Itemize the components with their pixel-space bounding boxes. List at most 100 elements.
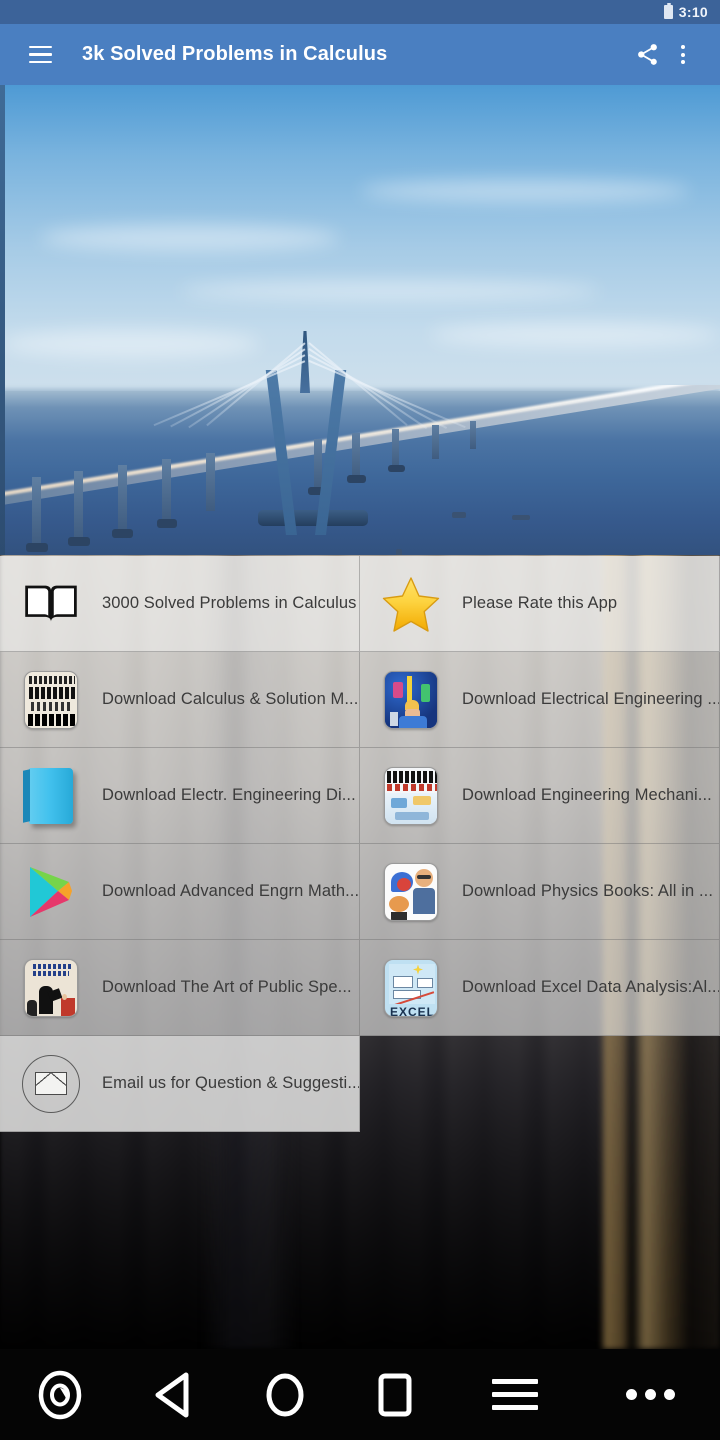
open-book-glyph bbox=[25, 585, 77, 621]
menu-item-label: Download Engineering Mechani... bbox=[462, 786, 712, 804]
grid-row: Download Calculus & Solution M... Downlo… bbox=[0, 652, 720, 748]
cloud bbox=[0, 330, 260, 358]
overflow-dot bbox=[681, 45, 685, 49]
blue-book-icon bbox=[20, 765, 82, 827]
more-button[interactable] bbox=[580, 1389, 720, 1400]
share-icon[interactable] bbox=[628, 36, 666, 74]
tile-art bbox=[24, 958, 78, 1017]
status-bar-clock: 3:10 bbox=[678, 4, 708, 20]
more-dot bbox=[625, 1389, 637, 1400]
recents-button[interactable] bbox=[340, 1370, 450, 1420]
overflow-dot bbox=[681, 52, 685, 57]
menu-item-calculus-solution-manual[interactable]: Download Calculus & Solution M... bbox=[0, 652, 360, 748]
menu-item-electr-engineering-dictionary[interactable]: Download Electr. Engineering Di... bbox=[0, 748, 360, 844]
nav-menu-button[interactable] bbox=[450, 1379, 580, 1410]
tile-art bbox=[384, 862, 438, 921]
menu-item-label: Download Physics Books: All in ... bbox=[462, 882, 714, 900]
screenshot-icon bbox=[38, 1370, 82, 1419]
pier-base bbox=[112, 529, 133, 538]
battery-icon bbox=[663, 3, 673, 19]
physics-books-tile-icon bbox=[380, 861, 442, 923]
menu-item-label: Download Calculus & Solution M... bbox=[102, 690, 359, 708]
bridge-pier bbox=[32, 477, 41, 547]
tile-art bbox=[384, 766, 438, 825]
blue-book-art bbox=[29, 767, 73, 824]
pier-base bbox=[157, 519, 177, 528]
bridge-pier bbox=[392, 429, 399, 469]
bridge-pylon bbox=[153, 331, 466, 535]
hero-left-edge-strip bbox=[0, 85, 5, 555]
menu-item-electrical-engineering[interactable]: Download Electrical Engineering ... bbox=[360, 652, 720, 748]
cloud bbox=[430, 323, 720, 347]
boat-mast bbox=[396, 549, 402, 555]
cloud bbox=[40, 225, 340, 251]
grid-row: Email us for Question & Suggesti... bbox=[0, 1036, 720, 1132]
excel-data-analysis-tile-icon: EXCEL bbox=[380, 957, 442, 1019]
bridge-pier bbox=[118, 465, 127, 531]
pier-base bbox=[68, 537, 90, 546]
public-speaking-tile-icon bbox=[20, 957, 82, 1019]
tile-art: EXCEL bbox=[384, 958, 438, 1017]
google-play-glyph bbox=[30, 866, 72, 917]
page-title: 3k Solved Problems in Calculus bbox=[82, 43, 388, 65]
grid-row: 3000 Solved Problems in Calculus Please … bbox=[0, 556, 720, 652]
envelope-glyph bbox=[35, 1072, 67, 1095]
calculus-book-tile-icon bbox=[20, 669, 82, 731]
grid-row: Download Electr. Engineering Di... Downl… bbox=[0, 748, 720, 844]
menu-item-rate-app[interactable]: Please Rate this App bbox=[360, 556, 720, 652]
menu-line bbox=[28, 53, 52, 56]
hero-image bbox=[0, 85, 720, 555]
email-envelope-icon bbox=[20, 1053, 82, 1115]
menu-item-label: Download The Art of Public Spe... bbox=[102, 978, 352, 996]
back-triangle-icon bbox=[155, 1372, 189, 1417]
nav-menu-line bbox=[492, 1392, 538, 1397]
engineering-mechanics-tile-icon bbox=[380, 765, 442, 827]
bridge-pier bbox=[432, 425, 439, 459]
bridge-pier bbox=[206, 453, 215, 511]
cloud bbox=[360, 180, 690, 202]
pylon-leg bbox=[315, 370, 347, 535]
bridge-deck-roadway bbox=[0, 385, 720, 515]
bridge-pier bbox=[470, 421, 476, 449]
bridge-pier bbox=[162, 459, 171, 521]
back-button[interactable] bbox=[120, 1370, 230, 1420]
menu-item-physics-books[interactable]: Download Physics Books: All in ... bbox=[360, 844, 720, 940]
tile-art bbox=[24, 670, 78, 729]
home-button[interactable] bbox=[230, 1370, 340, 1420]
pier-base bbox=[388, 465, 405, 472]
nav-menu-line bbox=[492, 1379, 538, 1384]
home-circle-icon bbox=[266, 1373, 304, 1416]
menu-item-solved-problems[interactable]: 3000 Solved Problems in Calculus bbox=[0, 556, 360, 652]
screenshot-button[interactable] bbox=[0, 1370, 120, 1420]
menu-item-email-us[interactable]: Email us for Question & Suggesti... bbox=[0, 1036, 360, 1132]
grid-row: Download Advanced Engrn Math... Download… bbox=[0, 844, 720, 940]
overflow-menu-icon[interactable] bbox=[666, 36, 700, 74]
menu-item-label: Please Rate this App bbox=[462, 594, 618, 612]
menu-line bbox=[28, 60, 52, 64]
cloud bbox=[180, 281, 600, 301]
bridge-pier bbox=[74, 471, 83, 541]
menu-item-engineering-mechanics[interactable]: Download Engineering Mechani... bbox=[360, 748, 720, 844]
grid-row: Download The Art of Public Spe... EXCEL … bbox=[0, 940, 720, 1036]
envelope-circle bbox=[22, 1054, 80, 1113]
menu-grid: 3000 Solved Problems in Calculus Please … bbox=[0, 556, 720, 1132]
menu-item-label: Download Electr. Engineering Di... bbox=[102, 786, 356, 804]
menu-item-label: Download Excel Data Analysis:Al... bbox=[462, 978, 719, 996]
tile-art bbox=[384, 670, 438, 729]
menu-item-excel-data-analysis[interactable]: EXCEL Download Excel Data Analysis:Al... bbox=[360, 940, 720, 1036]
bridge-deck bbox=[0, 385, 720, 555]
more-dot bbox=[663, 1389, 675, 1400]
boat bbox=[512, 515, 530, 520]
pier-base bbox=[347, 475, 366, 483]
electrical-engineering-tile-icon bbox=[380, 669, 442, 731]
android-navigation-bar bbox=[0, 1349, 720, 1440]
overflow-dot bbox=[681, 60, 685, 64]
nav-menu-line bbox=[492, 1405, 538, 1410]
google-play-icon bbox=[20, 861, 82, 923]
hamburger-menu-icon[interactable] bbox=[20, 35, 60, 75]
menu-item-label: Email us for Question & Suggesti... bbox=[102, 1074, 359, 1092]
open-book-icon bbox=[20, 573, 82, 635]
menu-item-art-of-public-speaking[interactable]: Download The Art of Public Spe... bbox=[0, 940, 360, 1036]
menu-item-advanced-engrn-math[interactable]: Download Advanced Engrn Math... bbox=[0, 844, 360, 940]
bridge-pier bbox=[352, 433, 360, 479]
